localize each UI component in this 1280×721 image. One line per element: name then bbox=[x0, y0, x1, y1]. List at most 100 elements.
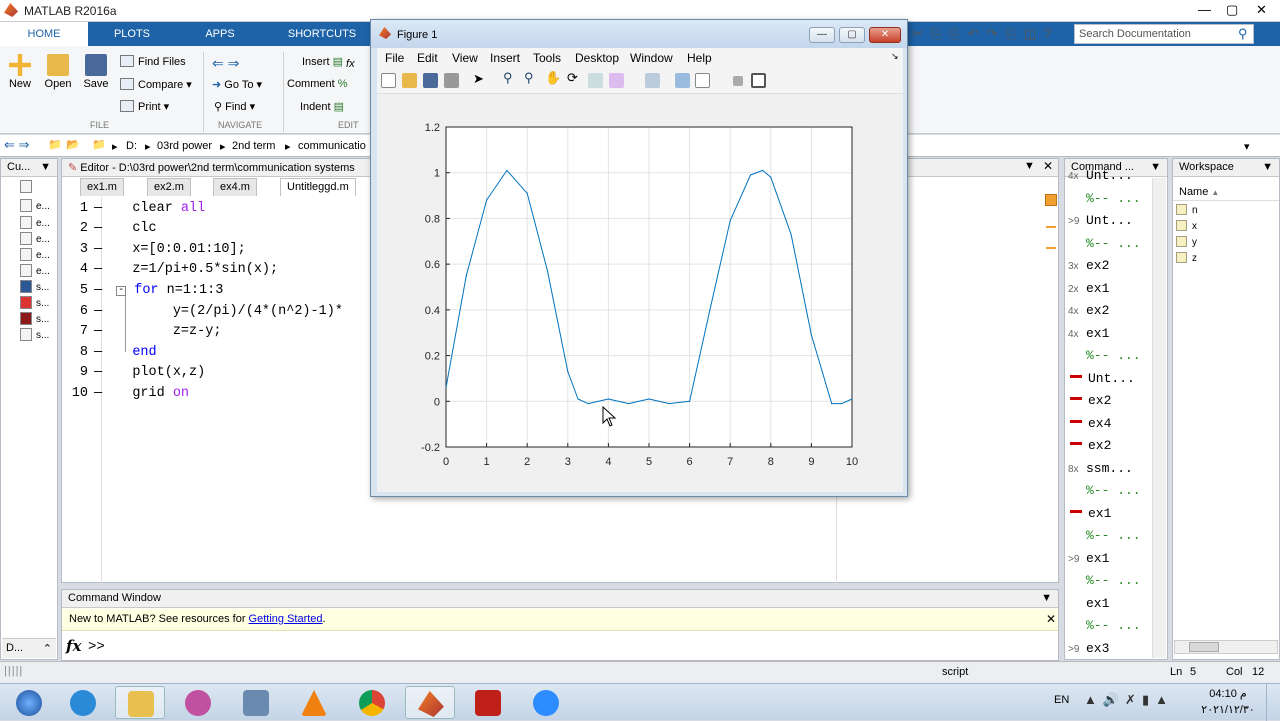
zoom-in-icon[interactable]: ⚲ bbox=[503, 70, 518, 85]
file-item[interactable] bbox=[20, 180, 36, 193]
path-dropdown-icon[interactable]: ▾ bbox=[1244, 140, 1250, 153]
history-item[interactable]: %-- ... bbox=[1068, 483, 1141, 498]
new-figure-icon[interactable] bbox=[381, 73, 396, 88]
print-figure-icon[interactable] bbox=[444, 73, 459, 88]
code-line[interactable]: 7— z=z-y; bbox=[66, 324, 222, 344]
menu-desktop[interactable]: Desktop bbox=[575, 51, 619, 65]
clock-time[interactable]: 04:10 م bbox=[1200, 687, 1256, 700]
editor-close-icon[interactable]: ✕ bbox=[1043, 159, 1053, 173]
editor-tab-ex1[interactable]: ex1.m bbox=[80, 178, 124, 196]
go-to-button[interactable]: ➜ Go To ▾ bbox=[212, 78, 262, 91]
insert-colorbar-icon[interactable] bbox=[675, 73, 690, 88]
editor-tab-ex2[interactable]: ex2.m bbox=[147, 178, 191, 196]
history-item[interactable]: 4x ex1 bbox=[1068, 326, 1109, 341]
history-item[interactable]: Unt... bbox=[1068, 371, 1135, 386]
line-plot[interactable]: 0 1 2 3 4 5 6 7 8 9 10-0.200.20.40.60.811.2 bbox=[377, 94, 903, 492]
open-file-icon[interactable] bbox=[402, 73, 417, 88]
language-indicator[interactable]: EN bbox=[1054, 694, 1069, 706]
breadcrumb-folder-2[interactable]: 2nd term bbox=[232, 140, 275, 152]
panel-menu-icon[interactable]: ▼ bbox=[1150, 161, 1161, 173]
file-item[interactable]: s... bbox=[20, 312, 49, 325]
taskbar-vlc[interactable] bbox=[289, 686, 339, 719]
taskbar-acrobat[interactable] bbox=[463, 686, 513, 719]
maximize-icon[interactable]: ▢ bbox=[1226, 2, 1238, 18]
history-item[interactable]: ex1 bbox=[1068, 506, 1111, 521]
breadcrumb-folder-3[interactable]: communicatio bbox=[298, 140, 366, 152]
menu-view[interactable]: View bbox=[452, 51, 478, 65]
file-item[interactable]: e... bbox=[20, 232, 50, 245]
workspace-column-header[interactable]: Name ▲ bbox=[1173, 183, 1279, 201]
file-item[interactable]: e... bbox=[20, 216, 50, 229]
workspace-var[interactable]: n bbox=[1176, 204, 1198, 216]
history-item[interactable]: %-- ... bbox=[1068, 618, 1141, 633]
history-item[interactable]: %-- ... bbox=[1068, 528, 1141, 543]
file-item[interactable]: s... bbox=[20, 296, 49, 309]
code-line[interactable]: 8— end bbox=[66, 345, 157, 365]
panel-menu-icon[interactable]: ▼ bbox=[40, 161, 51, 173]
show-plot-tools-icon[interactable] bbox=[751, 73, 766, 88]
history-item[interactable]: >9 ex3 bbox=[1068, 641, 1109, 656]
code-line[interactable]: 9— plot(x,z) bbox=[66, 365, 205, 385]
find-files-button[interactable]: Find Files bbox=[120, 55, 186, 68]
editor-tab-untitleggd[interactable]: Untitleggd.m bbox=[280, 178, 356, 196]
indent-button[interactable]: Indent ▤ bbox=[300, 100, 344, 113]
history-item[interactable]: ex1 bbox=[1068, 596, 1109, 611]
browse-icon[interactable]: 📂 bbox=[66, 138, 80, 151]
show-desktop-button[interactable] bbox=[1266, 684, 1280, 721]
system-tray-icons[interactable]: ▲🔊✗▮▲ bbox=[1084, 692, 1174, 708]
history-item[interactable]: >9 ex1 bbox=[1068, 551, 1109, 566]
minimize-icon[interactable]: — bbox=[1198, 2, 1211, 17]
figure-close-button[interactable]: ✕ bbox=[869, 27, 901, 43]
back-forward-icon[interactable]: ⇐ ⇒ bbox=[4, 137, 29, 153]
code-line[interactable]: 10— grid on bbox=[66, 386, 189, 406]
menu-help[interactable]: Help bbox=[687, 51, 712, 65]
back-forward-arrows[interactable]: ⇐ ⇒ bbox=[212, 55, 239, 72]
panel-menu-icon[interactable]: ▼ bbox=[1262, 161, 1273, 173]
comment-button[interactable]: Comment % bbox=[287, 78, 348, 90]
history-item[interactable]: %-- ... bbox=[1068, 236, 1141, 251]
figure-minimize-button[interactable]: — bbox=[809, 27, 835, 43]
brush-icon[interactable] bbox=[609, 73, 624, 88]
zoom-out-icon[interactable]: ⚲ bbox=[524, 70, 539, 85]
tab-home[interactable]: HOME bbox=[0, 22, 88, 46]
save-figure-icon[interactable] bbox=[423, 73, 438, 88]
menu-window[interactable]: Window bbox=[630, 51, 673, 65]
file-item[interactable]: e... bbox=[20, 248, 50, 261]
figure-maximize-button[interactable]: ▢ bbox=[839, 27, 865, 43]
history-item[interactable]: 4x Unt... bbox=[1068, 168, 1133, 183]
edit-plot-pointer-icon[interactable]: ➤ bbox=[473, 71, 488, 86]
taskbar-internet-explorer[interactable] bbox=[58, 686, 108, 719]
taskbar-zoom[interactable] bbox=[521, 686, 571, 719]
taskbar-network-app[interactable] bbox=[231, 686, 281, 719]
menu-insert[interactable]: Insert bbox=[490, 51, 520, 65]
getting-started-link[interactable]: Getting Started bbox=[249, 613, 323, 625]
compare-button[interactable]: Compare ▾ bbox=[120, 78, 192, 91]
history-item[interactable]: >9 Unt... bbox=[1068, 213, 1133, 228]
rotate-3d-icon[interactable]: ⟳ bbox=[567, 70, 582, 85]
workspace-var[interactable]: x bbox=[1176, 220, 1197, 232]
history-scrollbar[interactable] bbox=[1152, 178, 1166, 658]
history-item[interactable]: ex2 bbox=[1068, 438, 1111, 453]
insert-legend-icon[interactable] bbox=[695, 73, 710, 88]
history-item[interactable]: 8x ssm... bbox=[1068, 461, 1133, 476]
file-item[interactable]: s... bbox=[20, 328, 49, 341]
taskbar-chrome[interactable] bbox=[347, 686, 397, 719]
menu-tools[interactable]: Tools bbox=[533, 51, 561, 65]
file-item[interactable]: e... bbox=[20, 264, 50, 277]
tab-shortcuts[interactable]: SHORTCUTS bbox=[264, 22, 380, 46]
figure-window[interactable]: Figure 1 — ▢ ✕ File Edit View Insert Too… bbox=[370, 19, 908, 497]
menubar-arrow-icon[interactable]: ↘ bbox=[891, 51, 899, 62]
breadcrumb-drive[interactable]: D: bbox=[126, 140, 137, 152]
code-line[interactable]: 5— - for n=1:1:3 bbox=[66, 283, 223, 303]
figure-title-bar[interactable]: Figure 1 — ▢ ✕ bbox=[371, 20, 907, 48]
code-line[interactable]: 3— x=[0:0.01:10]; bbox=[66, 242, 246, 262]
hide-plot-tools-icon[interactable] bbox=[733, 76, 743, 86]
workspace-horizontal-scrollbar[interactable] bbox=[1174, 640, 1278, 654]
fx-icon[interactable]: fx bbox=[66, 637, 81, 655]
history-item[interactable]: ex2 bbox=[1068, 393, 1111, 408]
history-item[interactable]: ex4 bbox=[1068, 416, 1111, 431]
code-analyzer-warning-icon[interactable] bbox=[1045, 194, 1057, 206]
search-icon[interactable]: ⚲ bbox=[1238, 26, 1248, 42]
taskbar-app[interactable] bbox=[173, 686, 223, 719]
new-button[interactable]: New bbox=[4, 54, 36, 90]
